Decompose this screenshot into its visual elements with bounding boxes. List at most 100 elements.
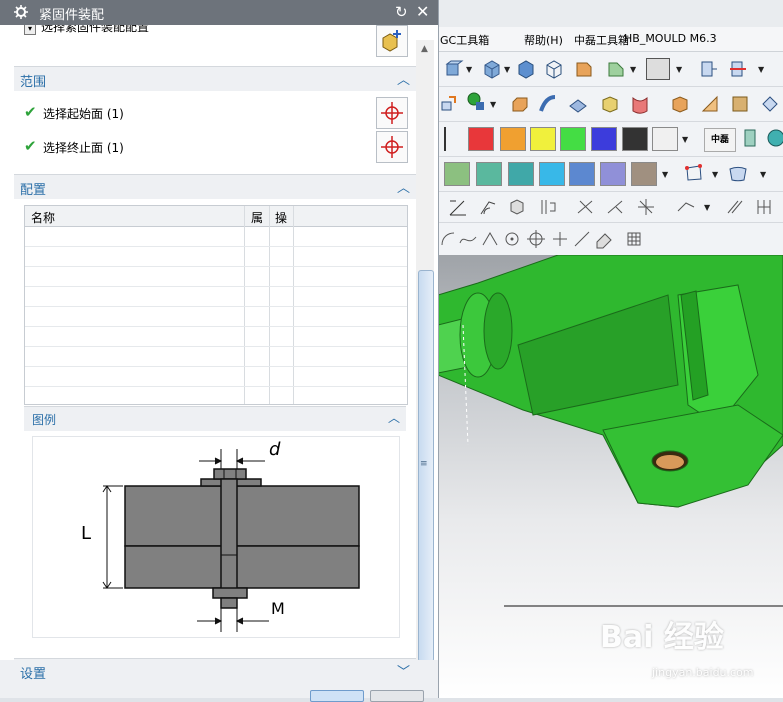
chevron-down-icon[interactable]: ▼ [704, 203, 710, 212]
color-swatch[interactable] [591, 127, 617, 151]
add-config-button[interactable] [376, 25, 408, 57]
tangent-arc-icon[interactable] [480, 229, 500, 249]
color-swatch[interactable] [539, 162, 565, 186]
chevron-up-icon[interactable]: ︿ [397, 69, 410, 88]
angle-icon[interactable] [448, 197, 468, 217]
section-header-legend[interactable]: 图例 ︿ [24, 406, 406, 431]
target-icon[interactable] [766, 128, 783, 148]
intersect-icon[interactable] [636, 197, 656, 217]
ok-button[interactable] [310, 690, 364, 702]
chevron-down-icon[interactable]: ▼ [504, 65, 510, 74]
close-icon[interactable]: ✕ [416, 2, 429, 21]
slab-icon[interactable] [568, 94, 588, 114]
section-header-range[interactable]: 范围 ︿ [14, 66, 416, 91]
menu-item-gc[interactable]: GC工具箱 [440, 32, 489, 48]
section-header-settings[interactable]: 设置 ﹀ [14, 658, 416, 683]
menu-item-zhonglei[interactable]: 中磊工具箱 [574, 32, 629, 48]
arc-icon[interactable] [438, 229, 458, 249]
chevron-up-icon[interactable]: ︿ [388, 409, 400, 426]
circle-center-icon[interactable] [526, 229, 546, 249]
offset-curve-icon[interactable] [676, 197, 696, 217]
cube-icon[interactable] [482, 59, 502, 79]
color-swatch[interactable] [569, 162, 595, 186]
view-orient-icon[interactable] [698, 59, 718, 79]
cube-edit-icon[interactable] [444, 59, 464, 79]
pattern-icon[interactable] [478, 197, 498, 217]
extend-icon[interactable] [606, 197, 626, 217]
mirror-icon[interactable] [508, 197, 528, 217]
expand-toggle[interactable]: ▾ [24, 25, 36, 35]
shaded-face-icon[interactable] [574, 59, 594, 79]
color-swatch[interactable] [468, 127, 494, 151]
color-swatch[interactable] [530, 127, 556, 151]
line-icon[interactable] [572, 229, 592, 249]
select-start-face-button[interactable] [376, 97, 408, 129]
menu-item-help[interactable]: 帮助(H) [524, 32, 563, 48]
block-icon[interactable] [670, 94, 690, 114]
color-swatch[interactable] [444, 162, 470, 186]
cross-point-icon[interactable] [550, 229, 570, 249]
color-swatch[interactable] [500, 127, 526, 151]
table-row [25, 326, 407, 327]
eraser-icon[interactable] [594, 229, 614, 249]
chevron-up-icon[interactable]: ︿ [397, 177, 410, 196]
chevron-down-icon[interactable]: ▼ [676, 65, 682, 74]
surface-icon[interactable] [630, 94, 650, 114]
curve-sheet-icon[interactable] [728, 163, 748, 183]
box-icon[interactable] [600, 94, 620, 114]
curve-surface-icon[interactable] [700, 94, 720, 114]
trim-icon[interactable] [576, 197, 596, 217]
color-swatch[interactable] [622, 127, 648, 151]
chevron-down-icon[interactable]: ▼ [630, 65, 636, 74]
parallel-icon[interactable] [724, 197, 744, 217]
color-swatch[interactable] [560, 127, 586, 151]
section-header-config[interactable]: 配置 ︿ [14, 174, 416, 199]
grid-icon[interactable] [624, 229, 644, 249]
chevron-down-icon[interactable]: ▼ [682, 135, 688, 144]
chevron-down-icon[interactable]: ▼ [712, 170, 718, 179]
color-swatch[interactable] [652, 127, 678, 151]
diamond-icon[interactable] [760, 94, 780, 114]
column-header-attr[interactable]: 属 [251, 209, 263, 226]
chevron-down-icon[interactable]: ▼ [662, 170, 668, 179]
chevron-down-icon[interactable]: ▼ [760, 170, 766, 179]
column-header-name[interactable]: 名称 [31, 209, 55, 226]
chevron-down-icon[interactable]: ▼ [466, 65, 472, 74]
wireframe-cube-icon[interactable] [544, 59, 564, 79]
polygon-icon[interactable] [684, 163, 704, 183]
offset-face-icon[interactable] [510, 94, 530, 114]
color-swatch[interactable] [476, 162, 502, 186]
color-swatch[interactable] [631, 162, 657, 186]
tool-icon[interactable] [740, 128, 760, 148]
dialog-titlebar[interactable]: 紧固件装配 ↻ ✕ [0, 0, 438, 25]
display-mode-button[interactable] [646, 58, 670, 80]
start-face-row[interactable]: ✔ 选择起始面 (1) [14, 95, 416, 129]
spline-icon[interactable] [458, 229, 478, 249]
view-flip-icon[interactable] [728, 59, 748, 79]
menu-item-hb-mould[interactable]: HB_MOULD M6.3 [624, 32, 717, 45]
reset-icon[interactable]: ↻ [395, 3, 408, 21]
point-icon[interactable] [466, 91, 486, 111]
chevron-down-icon[interactable]: ▼ [490, 100, 496, 109]
face-edit-icon[interactable] [606, 59, 626, 79]
column-header-op[interactable]: 操 [275, 209, 287, 226]
texture-icon[interactable] [730, 94, 750, 114]
toolbar-row-6 [438, 223, 783, 256]
circle-icon[interactable] [502, 229, 522, 249]
move-face-icon[interactable] [440, 94, 460, 114]
select-end-face-button[interactable] [376, 131, 408, 163]
config-select-row[interactable]: ▾ 选择紧固件装配配置 [14, 25, 416, 61]
color-swatch[interactable] [508, 162, 534, 186]
cancel-button[interactable] [370, 690, 424, 702]
scroll-up-icon[interactable]: ▲ [421, 44, 428, 54]
chevron-down-icon[interactable]: ﹀ [397, 661, 410, 680]
config-table[interactable]: 名称 属 操 [24, 205, 408, 405]
color-swatch[interactable] [600, 162, 626, 186]
end-face-row[interactable]: ✔ 选择终止面 (1) [14, 129, 416, 163]
solid-cube-icon[interactable] [516, 59, 536, 79]
sweep-icon[interactable] [538, 94, 558, 114]
divide-icon[interactable] [754, 197, 774, 217]
zhonglei-button[interactable]: 中磊 [704, 128, 736, 152]
thread-icon[interactable] [538, 197, 558, 217]
chevron-down-icon[interactable]: ▼ [758, 65, 764, 74]
